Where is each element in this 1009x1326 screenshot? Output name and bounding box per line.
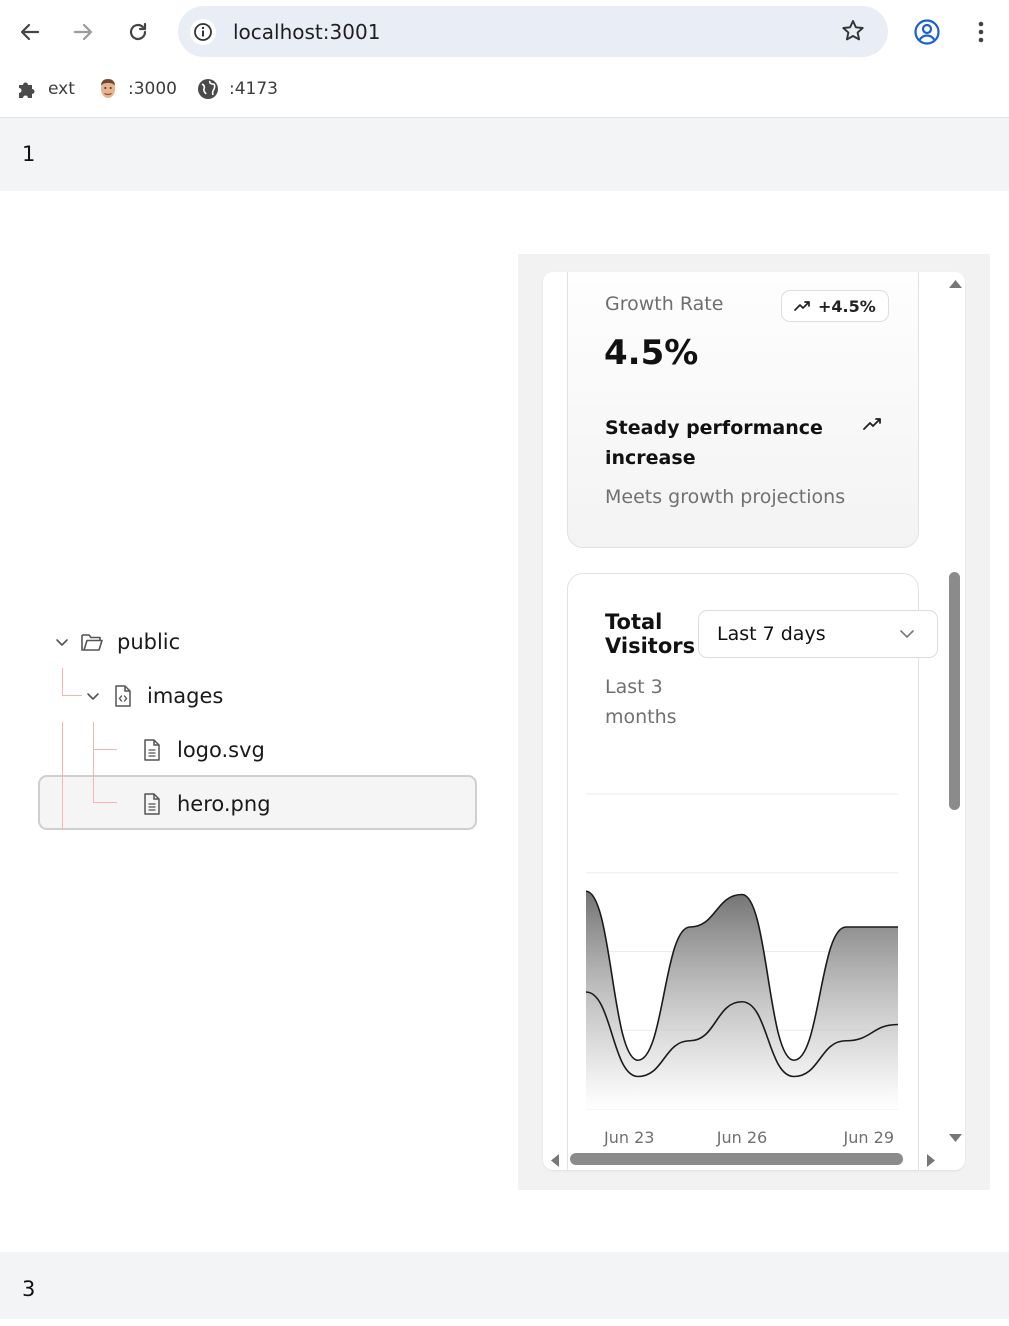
growth-subtext: Meets growth projections [605,486,846,508]
file-code-icon [115,685,131,707]
profile-button[interactable] [909,14,945,50]
growth-badge: +4.5% [781,290,889,322]
tree-guide [93,802,117,803]
bookmark-4173[interactable]: :4173 [197,76,278,102]
trending-up-icon [794,301,810,311]
scroll-left-arrow-icon[interactable] [549,1153,561,1168]
avatar-face-icon [101,79,115,98]
chevron-down-icon [56,639,68,646]
range-select-value: Last 7 days [717,623,826,645]
chevron-down-icon [87,693,99,700]
tree-item-logo-svg[interactable]: logo.svg [142,730,265,770]
growth-value: 4.5% [604,333,699,373]
tree-label: public [117,630,181,654]
card-title: Total Visitors [605,610,696,658]
scroll-down-arrow-icon[interactable] [948,1132,963,1144]
tree-label: images [147,684,224,708]
scroll-right-arrow-icon[interactable] [925,1153,937,1168]
tree-guide [62,668,63,696]
bookmark-3000[interactable]: :3000 [98,76,177,102]
bookmark-label: :3000 [128,79,177,99]
bookmarks-bar: ext :3000 :4173 [0,64,1009,118]
arrow-left-icon [20,23,40,41]
reload-icon [129,22,147,41]
scroll-up-arrow-icon[interactable] [948,278,963,290]
top-strip: 1 [0,118,1009,191]
arrow-right-icon [73,23,93,41]
badge-value: +4.5% [818,296,876,316]
back-button[interactable] [12,14,48,50]
growth-headline: Steady performance increase [605,417,823,469]
horizontal-scrollbar[interactable] [543,1150,943,1170]
site-info-icon[interactable] [190,19,216,45]
trending-up-icon [863,418,881,430]
total-visitors-card: Total Visitors Last 3 months Last 7 days… [567,573,938,1170]
tree-item-public[interactable]: public [54,622,180,662]
kebab-menu-icon [978,21,984,43]
bookmark-star-icon[interactable] [840,18,866,48]
url-text[interactable]: localhost:3001 [233,20,380,44]
x-tick-label: Jun 23 [603,1128,654,1147]
tree-label: hero.png [177,792,271,816]
tree-label: logo.svg [177,738,265,762]
tree-guide [62,695,82,696]
bookmark-label: :4173 [229,79,278,99]
file-text-icon [144,793,160,815]
card-subtitle: Last 3 months [605,676,677,728]
reload-button[interactable] [120,14,156,50]
growth-rate-card: Growth Rate +4.5% 4.5% Steady performanc… [567,272,919,548]
chevron-down-icon [900,630,914,638]
tree-item-images[interactable]: images [85,676,223,716]
folder-open-icon [81,634,103,651]
horizontal-scroll-thumb[interactable] [570,1153,903,1165]
range-select[interactable]: Last 7 days [698,610,938,658]
dashboard-scroll-area[interactable]: Growth Rate +4.5% 4.5% Steady performanc… [543,272,965,1170]
browser-toolbar: localhost:3001 [0,0,1009,64]
vertical-scroll-thumb[interactable] [949,572,960,810]
top-strip-text: 1 [22,142,36,166]
bottom-strip: 3 [0,1252,1009,1319]
x-tick-label: Jun 29 [843,1128,894,1147]
globe-icon [198,79,218,99]
tree-guide [93,722,94,802]
profile-icon [914,19,940,45]
file-text-icon [144,739,160,761]
card-title: Growth Rate [605,293,724,315]
forward-button[interactable] [65,14,101,50]
tree-guide [62,722,63,830]
x-tick-label: Jun 26 [716,1128,767,1147]
menu-button[interactable] [963,14,999,50]
tree-guide [93,749,117,750]
bookmark-ext[interactable]: ext [16,76,75,102]
puzzle-icon [19,82,35,98]
address-bar[interactable]: localhost:3001 [178,6,888,57]
tree-item-hero-png[interactable]: hero.png [142,784,271,824]
bookmark-label: ext [48,79,75,99]
vertical-scrollbar[interactable] [946,276,965,1146]
visitors-area-chart: Jun 23 Jun 26 Jun 29 [586,793,899,1147]
bottom-strip-text: 3 [22,1277,36,1301]
